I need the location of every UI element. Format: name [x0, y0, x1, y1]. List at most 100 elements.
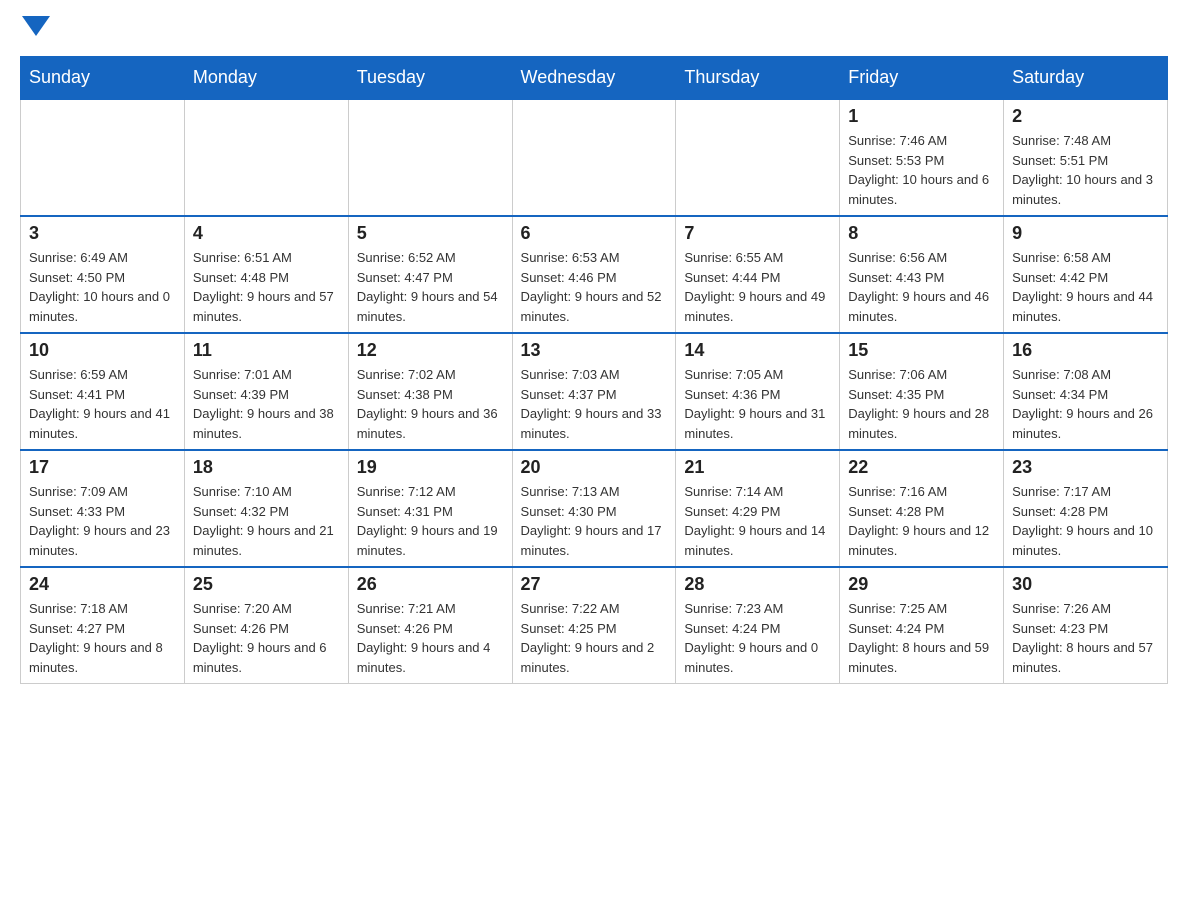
day-number: 23: [1012, 457, 1159, 478]
day-info: Sunrise: 6:51 AM Sunset: 4:48 PM Dayligh…: [193, 248, 340, 326]
calendar-week-row: 17 Sunrise: 7:09 AM Sunset: 4:33 PM Dayli…: [21, 450, 1168, 567]
day-number: 6: [521, 223, 668, 244]
calendar-week-row: 10Sunrise: 6:59 AM Sunset: 4:41 PM Dayli…: [21, 333, 1168, 450]
calendar-day-cell: 2 Sunrise: 7:48 AM Sunset: 5:51 PM Daylig…: [1004, 99, 1168, 216]
day-number: 12: [357, 340, 504, 361]
day-info: Sunrise: 7:17 AM Sunset: 4:28 PM Dayligh…: [1012, 482, 1159, 560]
day-number: 28: [684, 574, 831, 595]
day-of-week-header: Tuesday: [348, 57, 512, 100]
day-info: Sunrise: 7:16 AM Sunset: 4:28 PM Dayligh…: [848, 482, 995, 560]
day-info: Sunrise: 7:05 AM Sunset: 4:36 PM Dayligh…: [684, 365, 831, 443]
day-info: Sunrise: 6:49 AM Sunset: 4:50 PM Dayligh…: [29, 248, 176, 326]
day-info: Sunrise: 7:12 AM Sunset: 4:31 PM Dayligh…: [357, 482, 504, 560]
logo-triangle-icon: [22, 16, 50, 40]
calendar-day-cell: 16 Sunrise: 7:08 AM Sunset: 4:34 PM Dayli…: [1004, 333, 1168, 450]
calendar-day-cell: 10Sunrise: 6:59 AM Sunset: 4:41 PM Dayli…: [21, 333, 185, 450]
calendar-day-cell: 25 Sunrise: 7:20 AM Sunset: 4:26 PM Dayli…: [184, 567, 348, 684]
calendar-day-cell: 6 Sunrise: 6:53 AM Sunset: 4:46 PM Daylig…: [512, 216, 676, 333]
day-number: 25: [193, 574, 340, 595]
day-info: Sunrise: 7:02 AM Sunset: 4:38 PM Dayligh…: [357, 365, 504, 443]
day-number: 22: [848, 457, 995, 478]
day-info: Sunrise: 6:58 AM Sunset: 4:42 PM Dayligh…: [1012, 248, 1159, 326]
day-of-week-header: Thursday: [676, 57, 840, 100]
day-info: Sunrise: 6:55 AM Sunset: 4:44 PM Dayligh…: [684, 248, 831, 326]
calendar-day-cell: 4 Sunrise: 6:51 AM Sunset: 4:48 PM Daylig…: [184, 216, 348, 333]
day-number: 29: [848, 574, 995, 595]
day-info: Sunrise: 7:09 AM Sunset: 4:33 PM Dayligh…: [29, 482, 176, 560]
calendar-day-cell: [184, 99, 348, 216]
day-info: Sunrise: 6:56 AM Sunset: 4:43 PM Dayligh…: [848, 248, 995, 326]
calendar-day-cell: [21, 99, 185, 216]
day-info: Sunrise: 7:22 AM Sunset: 4:25 PM Dayligh…: [521, 599, 668, 677]
day-number: 19: [357, 457, 504, 478]
day-info: Sunrise: 7:01 AM Sunset: 4:39 PM Dayligh…: [193, 365, 340, 443]
calendar-day-cell: 20Sunrise: 7:13 AM Sunset: 4:30 PM Dayli…: [512, 450, 676, 567]
day-number: 17: [29, 457, 176, 478]
day-info: Sunrise: 7:08 AM Sunset: 4:34 PM Dayligh…: [1012, 365, 1159, 443]
calendar-day-cell: 5 Sunrise: 6:52 AM Sunset: 4:47 PM Daylig…: [348, 216, 512, 333]
calendar-day-cell: 24 Sunrise: 7:18 AM Sunset: 4:27 PM Dayli…: [21, 567, 185, 684]
day-info: Sunrise: 7:20 AM Sunset: 4:26 PM Dayligh…: [193, 599, 340, 677]
day-number: 20: [521, 457, 668, 478]
day-number: 9: [1012, 223, 1159, 244]
day-number: 10: [29, 340, 176, 361]
day-number: 18: [193, 457, 340, 478]
calendar-day-cell: 1 Sunrise: 7:46 AM Sunset: 5:53 PM Daylig…: [840, 99, 1004, 216]
day-info: Sunrise: 7:06 AM Sunset: 4:35 PM Dayligh…: [848, 365, 995, 443]
day-number: 27: [521, 574, 668, 595]
day-info: Sunrise: 7:10 AM Sunset: 4:32 PM Dayligh…: [193, 482, 340, 560]
day-number: 8: [848, 223, 995, 244]
day-number: 11: [193, 340, 340, 361]
day-number: 21: [684, 457, 831, 478]
day-info: Sunrise: 7:23 AM Sunset: 4:24 PM Dayligh…: [684, 599, 831, 677]
day-info: Sunrise: 6:53 AM Sunset: 4:46 PM Dayligh…: [521, 248, 668, 326]
calendar-header-row: SundayMondayTuesdayWednesdayThursdayFrid…: [21, 57, 1168, 100]
day-number: 4: [193, 223, 340, 244]
calendar-week-row: 1 Sunrise: 7:46 AM Sunset: 5:53 PM Daylig…: [21, 99, 1168, 216]
day-info: Sunrise: 7:18 AM Sunset: 4:27 PM Dayligh…: [29, 599, 176, 677]
day-number: 5: [357, 223, 504, 244]
calendar-day-cell: 17 Sunrise: 7:09 AM Sunset: 4:33 PM Dayli…: [21, 450, 185, 567]
day-number: 26: [357, 574, 504, 595]
calendar-day-cell: 22 Sunrise: 7:16 AM Sunset: 4:28 PM Dayli…: [840, 450, 1004, 567]
calendar-day-cell: 18 Sunrise: 7:10 AM Sunset: 4:32 PM Dayli…: [184, 450, 348, 567]
calendar-day-cell: 28 Sunrise: 7:23 AM Sunset: 4:24 PM Dayli…: [676, 567, 840, 684]
calendar-week-row: 3 Sunrise: 6:49 AM Sunset: 4:50 PM Daylig…: [21, 216, 1168, 333]
calendar-day-cell: 19 Sunrise: 7:12 AM Sunset: 4:31 PM Dayli…: [348, 450, 512, 567]
day-info: Sunrise: 7:03 AM Sunset: 4:37 PM Dayligh…: [521, 365, 668, 443]
day-number: 15: [848, 340, 995, 361]
day-info: Sunrise: 7:21 AM Sunset: 4:26 PM Dayligh…: [357, 599, 504, 677]
calendar-day-cell: 11 Sunrise: 7:01 AM Sunset: 4:39 PM Dayli…: [184, 333, 348, 450]
day-number: 30: [1012, 574, 1159, 595]
calendar-day-cell: 15 Sunrise: 7:06 AM Sunset: 4:35 PM Dayli…: [840, 333, 1004, 450]
calendar-day-cell: 27 Sunrise: 7:22 AM Sunset: 4:25 PM Dayli…: [512, 567, 676, 684]
day-info: Sunrise: 7:48 AM Sunset: 5:51 PM Dayligh…: [1012, 131, 1159, 209]
calendar-day-cell: 30 Sunrise: 7:26 AM Sunset: 4:23 PM Dayli…: [1004, 567, 1168, 684]
day-number: 2: [1012, 106, 1159, 127]
day-info: Sunrise: 7:46 AM Sunset: 5:53 PM Dayligh…: [848, 131, 995, 209]
calendar-day-cell: 13 Sunrise: 7:03 AM Sunset: 4:37 PM Dayli…: [512, 333, 676, 450]
calendar-day-cell: 7Sunrise: 6:55 AM Sunset: 4:44 PM Daylig…: [676, 216, 840, 333]
calendar-week-row: 24 Sunrise: 7:18 AM Sunset: 4:27 PM Dayli…: [21, 567, 1168, 684]
day-number: 3: [29, 223, 176, 244]
day-number: 1: [848, 106, 995, 127]
day-number: 13: [521, 340, 668, 361]
calendar-day-cell: 29 Sunrise: 7:25 AM Sunset: 4:24 PM Dayli…: [840, 567, 1004, 684]
calendar-day-cell: 14Sunrise: 7:05 AM Sunset: 4:36 PM Dayli…: [676, 333, 840, 450]
calendar-day-cell: [676, 99, 840, 216]
day-info: Sunrise: 6:52 AM Sunset: 4:47 PM Dayligh…: [357, 248, 504, 326]
calendar-day-cell: 12 Sunrise: 7:02 AM Sunset: 4:38 PM Dayli…: [348, 333, 512, 450]
day-number: 24: [29, 574, 176, 595]
page-header: [20, 20, 1168, 36]
calendar-day-cell: 8 Sunrise: 6:56 AM Sunset: 4:43 PM Daylig…: [840, 216, 1004, 333]
calendar-day-cell: 26 Sunrise: 7:21 AM Sunset: 4:26 PM Dayli…: [348, 567, 512, 684]
calendar-day-cell: [348, 99, 512, 216]
calendar-day-cell: 3 Sunrise: 6:49 AM Sunset: 4:50 PM Daylig…: [21, 216, 185, 333]
calendar-day-cell: 23 Sunrise: 7:17 AM Sunset: 4:28 PM Dayli…: [1004, 450, 1168, 567]
calendar-day-cell: 21 Sunrise: 7:14 AM Sunset: 4:29 PM Dayli…: [676, 450, 840, 567]
day-number: 16: [1012, 340, 1159, 361]
day-info: Sunrise: 7:26 AM Sunset: 4:23 PM Dayligh…: [1012, 599, 1159, 677]
day-info: Sunrise: 7:14 AM Sunset: 4:29 PM Dayligh…: [684, 482, 831, 560]
day-info: Sunrise: 7:25 AM Sunset: 4:24 PM Dayligh…: [848, 599, 995, 677]
day-of-week-header: Wednesday: [512, 57, 676, 100]
